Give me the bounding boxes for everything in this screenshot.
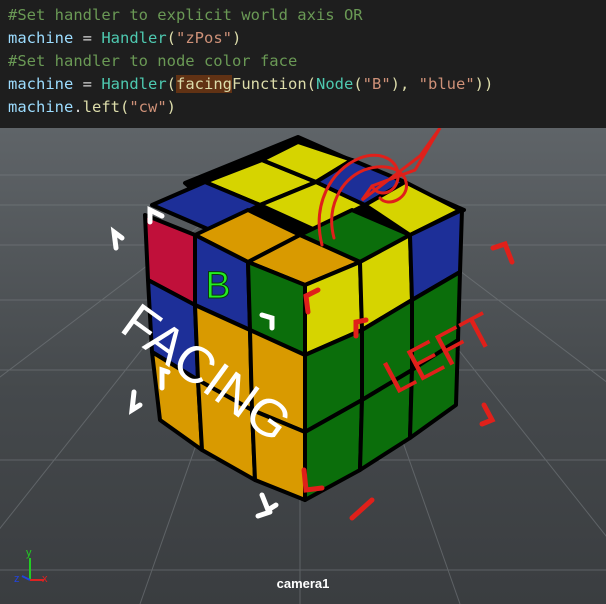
code-line-2[interactable]: machine = Handler("zPos") — [8, 27, 241, 49]
code-highlight: facing — [176, 75, 232, 93]
code-token: Handler — [101, 29, 167, 47]
script-editor[interactable]: #Set handler to explicit world axis OR m… — [0, 0, 606, 129]
axis-y-label: y — [26, 547, 32, 559]
code-token: ( — [353, 75, 363, 93]
code-token: "B" — [362, 75, 391, 93]
code-token: )) — [474, 75, 494, 93]
code-line-4[interactable]: machine = Handler(facingFunction(Node("B… — [8, 73, 493, 95]
code-token: ) — [232, 29, 242, 47]
code-token: Handler — [101, 75, 167, 93]
code-token: ( — [120, 98, 130, 116]
code-token: Function — [232, 75, 307, 93]
code-token: machine — [8, 98, 74, 116]
3d-viewport[interactable]: B FACING LEFT y x z camera1 — [0, 128, 606, 604]
code-token: ) — [166, 98, 177, 116]
code-token: ( — [166, 75, 176, 93]
code-token: Node — [316, 75, 354, 93]
rubiks-cube[interactable] — [143, 135, 466, 502]
code-token: "cw" — [129, 98, 167, 116]
code-token: machine — [8, 75, 74, 93]
code-token: machine — [8, 29, 74, 47]
viewport-scene: B FACING LEFT y x z — [0, 128, 606, 604]
code-token: = — [73, 29, 102, 47]
code-token: "blue" — [418, 75, 475, 93]
code-token: ), — [390, 75, 419, 93]
code-token: . — [73, 98, 83, 116]
camera-label: camera1 — [276, 576, 330, 591]
code-token: = — [73, 75, 102, 93]
code-token: ( — [166, 29, 176, 47]
code-line-5[interactable]: machine.left("cw") — [8, 96, 176, 118]
code-token: left — [82, 98, 120, 116]
face-label-b: B — [205, 265, 230, 307]
code-token: ( — [306, 75, 316, 93]
code-token: "zPos" — [176, 29, 232, 47]
code-line-1[interactable]: #Set handler to explicit world axis OR — [8, 4, 363, 26]
code-line-3[interactable]: #Set handler to node color face — [8, 50, 297, 72]
